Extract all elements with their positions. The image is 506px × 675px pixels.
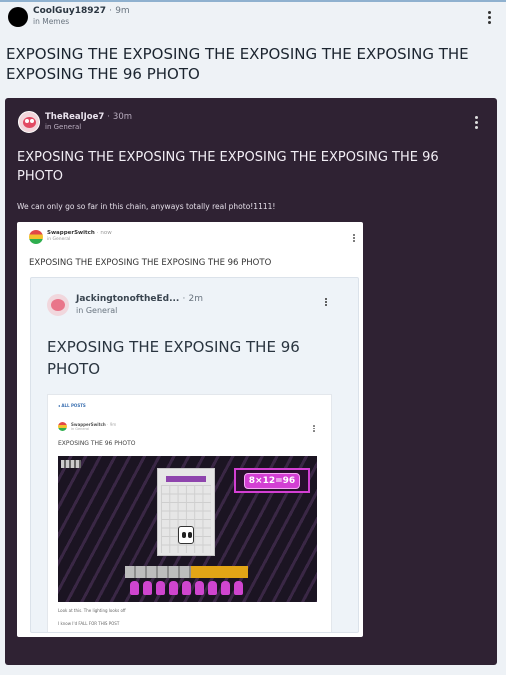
kebab-menu-icon (353, 234, 355, 242)
character-eyes (178, 526, 194, 544)
screenshot-author-line: SwapperSwitch · now (47, 230, 112, 236)
separator: · (182, 294, 186, 304)
quoted-title: EXPOSING THE EXPOSING THE EXPOSING THE E… (17, 150, 439, 184)
post-title: EXPOSING THE EXPOSING THE EXPOSING THE E… (6, 45, 469, 83)
screenshot-username: SwapperSwitch (47, 230, 95, 236)
feed-post: CoolGuy18927 · 9m in Memes EXPOSING THE … (0, 0, 506, 675)
nested-post-card: JackingtonoftheEd... · 2m in General EXP… (30, 277, 359, 633)
nested-username: JackingtonoftheEd... (76, 294, 180, 304)
deepest-community: in General (71, 427, 90, 431)
quoted-body: We can only go so far in this chain, any… (17, 202, 276, 211)
screenshot-title: EXPOSING THE EXPOSING THE EXPOSING THE 9… (29, 258, 272, 268)
quoted-author-line: TheRealJoe7 · 30m (45, 112, 132, 122)
back-link: ◂ ALL POSTS (58, 403, 86, 408)
avatar (29, 230, 43, 244)
avatar (58, 422, 67, 431)
deepest-time: 9m (109, 422, 117, 427)
nested-author-line: JackingtonoftheEd... · 2m (76, 294, 203, 304)
separator: · (109, 6, 113, 16)
kebab-menu-icon (325, 298, 327, 306)
screenshot-community: in General (47, 237, 71, 242)
post-author-line: CoolGuy18927 · 9m (33, 6, 130, 16)
numberblocks-image: 8×12=96 (58, 456, 317, 602)
separator: · (107, 422, 109, 427)
post-username[interactable]: CoolGuy18927 (33, 6, 106, 16)
deepest-caption: Look at this. The lighting looks off (58, 608, 126, 613)
deepest-title: EXPOSING THE 96 PHOTO (58, 440, 136, 447)
top-border (0, 0, 506, 2)
quoted-post-card[interactable]: TheRealJoe7 · 30m in General EXPOSING TH… (5, 98, 497, 665)
post-community[interactable]: in Memes (33, 17, 69, 26)
quoted-time: 30m (112, 112, 133, 122)
avatar[interactable] (18, 111, 40, 133)
quoted-community[interactable]: in General (45, 123, 81, 131)
equation-sign: 8×12=96 (234, 468, 310, 493)
channel-logo (61, 460, 81, 468)
screenshot-time: now (100, 230, 112, 236)
separator: · (107, 112, 110, 122)
kebab-menu-icon[interactable] (488, 11, 491, 24)
post-time: 9m (115, 6, 130, 16)
kebab-menu-icon[interactable] (475, 116, 478, 129)
deepest-post-card: ◂ ALL POSTS SwapperSwitch · 9m in Genera… (47, 394, 332, 632)
deepest-caption-2: I know I'd FALL FOR THIS POST (58, 621, 120, 626)
nested-time: 2m (188, 294, 204, 304)
nested-community: in General (76, 306, 118, 315)
nested-title: EXPOSING THE EXPOSING THE 96 PHOTO (47, 338, 300, 378)
floor-blocks (125, 566, 248, 578)
attached-image[interactable]: SwapperSwitch · now in General EXPOSING … (17, 222, 363, 637)
quoted-username[interactable]: TheRealJoe7 (45, 112, 104, 122)
kebab-menu-icon (313, 425, 315, 432)
avatar (47, 294, 69, 316)
equation-text: 8×12=96 (243, 472, 301, 489)
separator: · (96, 230, 99, 236)
avatar[interactable] (8, 7, 28, 27)
pink-pegs (130, 581, 243, 595)
